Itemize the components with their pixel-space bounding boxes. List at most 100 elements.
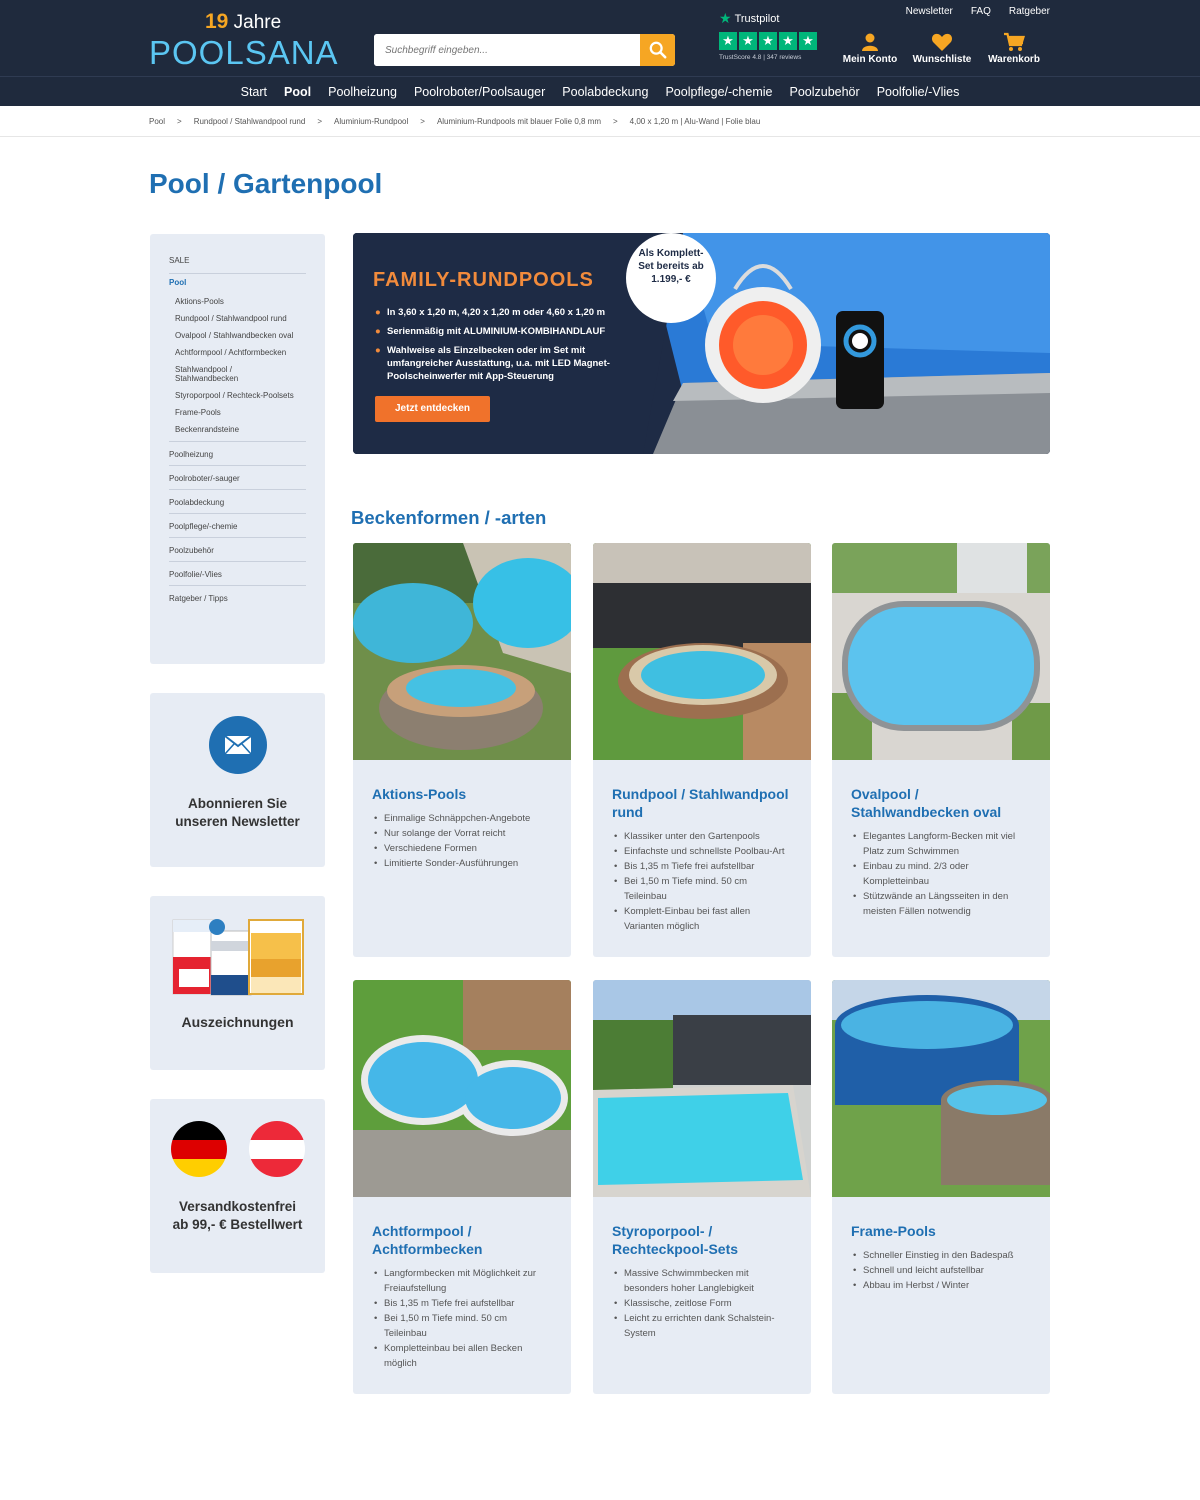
nav-poolpflege[interactable]: Poolpflege/-chemie	[657, 77, 781, 107]
nav-poolabdeckung[interactable]: Poolabdeckung	[554, 77, 657, 107]
section-title: Beckenformen / -arten	[351, 507, 547, 528]
shipping-box: Versandkostenfrei ab 99,- € Bestellwert	[150, 1099, 325, 1273]
sidebar-subitem[interactable]: Ovalpool / Stahlwandbecken oval	[169, 327, 306, 344]
sidebar-subitem[interactable]: Rundpool / Stahlwandpool rund	[169, 310, 306, 327]
cart-icon	[1004, 32, 1025, 51]
card-bullet: Schneller Einstieg in den Badespaß	[851, 1248, 1031, 1263]
ratgeber-link[interactable]: Ratgeber	[1009, 6, 1050, 17]
trustpilot-score: TrustScore 4.8 | 347 reviews	[719, 54, 802, 61]
category-card-achtformpool[interactable]: Achtformpool / Achtformbecken Langformbe…	[353, 980, 571, 1394]
card-bullet: Bei 1,50 m Tiefe mind. 50 cm Teileinbau	[612, 874, 792, 904]
card-title: Aktions-Pools	[372, 786, 467, 802]
newsletter-link[interactable]: Newsletter	[906, 6, 953, 17]
nav-start[interactable]: Start	[232, 77, 275, 107]
card-bullet: Bis 1,35 m Tiefe frei aufstellbar	[372, 1296, 552, 1311]
search-button[interactable]	[640, 34, 675, 66]
card-title: Rundpool / Stahlwandpool rund	[612, 786, 789, 820]
main-nav: Start Pool Poolheizung Poolroboter/Pools…	[0, 76, 1200, 106]
sidebar-item-poolpflege[interactable]: Poolpflege/-chemie	[169, 514, 306, 538]
breadcrumb-item[interactable]: Aluminium-Rundpools mit blauer Folie 0,8…	[437, 117, 601, 126]
card-bullet: Klassische, zeitlose Form	[612, 1296, 792, 1311]
search-input[interactable]	[374, 34, 640, 66]
category-card-ovalpool[interactable]: Ovalpool / Stahlwandbecken oval Elegante…	[832, 543, 1050, 957]
newsletter-box[interactable]: Abonnieren Sie unseren Newsletter	[150, 693, 325, 867]
sidebar-subitem[interactable]: Frame-Pools	[169, 404, 306, 421]
nav-pool[interactable]: Pool	[276, 77, 320, 107]
card-bullet: Einbau zu mind. 2/3 oder Kompletteinbau	[851, 859, 1031, 889]
austria-flag-icon	[248, 1121, 305, 1177]
card-image	[353, 980, 571, 1197]
sidebar-item-ratgeber[interactable]: Ratgeber / Tipps	[169, 586, 306, 609]
banner-title: FAMILY-RUNDPOOLS	[373, 269, 594, 291]
faq-link[interactable]: FAQ	[971, 6, 991, 17]
card-title: Styroporpool- / Rechteckpool-Sets	[612, 1223, 739, 1257]
breadcrumb: Pool > Rundpool / Stahlwandpool rund > Alu…	[149, 117, 761, 126]
user-icon	[862, 33, 878, 51]
sidebar-item-pool[interactable]: Pool	[169, 274, 306, 293]
awards-label: Auszeichnungen	[181, 1014, 294, 1030]
category-sidebar: SALE Pool Aktions-Pools Rundpool / Stahl…	[150, 234, 325, 664]
card-bullet: Elegantes Langform-Becken mit viel Platz…	[851, 829, 1031, 859]
poolsana-logo[interactable]: 19 Jahre POOLSANA	[149, 8, 339, 71]
banner-bullets: ● In 3,60 x 1,20 m, 4,20 x 1,20 m oder 4,…	[375, 307, 610, 382]
sidebar-subitem[interactable]: Styroporpool / Rechteck-Poolsets	[169, 387, 306, 404]
card-image	[353, 543, 571, 760]
sidebar-item-poolheizung[interactable]: Poolheizung	[169, 442, 306, 466]
category-card-aktions-pools[interactable]: Aktions-Pools Einmalige Schnäppchen-Ange…	[353, 543, 571, 957]
award-seals-image	[172, 919, 304, 996]
card-bullet: Einfachste und schnellste Poolbau-Art	[612, 844, 792, 859]
nav-poolzubehoer[interactable]: Poolzubehör	[781, 77, 868, 107]
category-card-rundpool[interactable]: Rundpool / Stahlwandpool rund Klassiker …	[593, 543, 811, 957]
sidebar-subitem[interactable]: Aktions-Pools	[169, 293, 306, 310]
page-title: Pool / Gartenpool	[149, 168, 383, 199]
shipping-line1: Versandkostenfrei	[178, 1199, 297, 1214]
card-bullet: Kompletteinbau bei allen Becken möglich	[372, 1341, 552, 1371]
cart-button[interactable]: Warenkorb	[978, 32, 1050, 65]
card-bullet: Klassiker unter den Gartenpools	[612, 829, 792, 844]
card-bullet: Stützwände an Längsseiten in den meisten…	[851, 889, 1031, 919]
mail-icon	[208, 716, 267, 774]
trustpilot-rating-stars: ★ ★ ★ ★ ★	[719, 32, 821, 50]
sidebar-item-poolabdeckung[interactable]: Poolabdeckung	[169, 490, 306, 514]
newsletter-line2: unseren Newsletter	[175, 814, 300, 829]
category-card-frame-pools[interactable]: Frame-Pools Schneller Einstieg in den Ba…	[832, 980, 1050, 1394]
sidebar-subitem[interactable]: Stahlwandpool / Stahlwandbecken	[169, 361, 259, 387]
card-bullet: Bei 1,50 m Tiefe mind. 50 cm Teileinbau	[372, 1311, 552, 1341]
sidebar-subitem[interactable]: Achtformpool / Achtformbecken	[169, 344, 306, 361]
sidebar-item-poolzubehoer[interactable]: Poolzubehör	[169, 538, 306, 562]
trustpilot-widget[interactable]: ★ Trustpilot ★ ★ ★ ★ ★ TrustScore 4.8 | 347 r…	[719, 10, 821, 68]
card-bullet: Komplett-Einbau bei fast allen Varianten…	[612, 904, 792, 934]
sidebar-item-poolroboter[interactable]: Poolroboter/-sauger	[169, 466, 306, 490]
card-bullet: Langformbecken mit Möglichkeit zur Freia…	[372, 1266, 552, 1296]
price-badge: Als Komplett- Set bereits ab 1.199,- €	[626, 233, 716, 323]
card-image	[593, 980, 811, 1197]
nav-poolfolie[interactable]: Poolfolie/-Vlies	[868, 77, 968, 107]
awards-box[interactable]: Auszeichnungen	[150, 896, 325, 1070]
sidebar-item-sale[interactable]: SALE	[169, 252, 306, 274]
card-title: Ovalpool / Stahlwandbecken oval	[851, 786, 1002, 820]
wishlist-button[interactable]: Wunschliste	[906, 32, 978, 65]
header-actions: Mein Konto Wunschliste Warenkorb	[834, 32, 1050, 65]
banner-cta-button[interactable]: Jetzt entdecken	[375, 396, 490, 422]
card-image	[593, 543, 811, 760]
breadcrumb-item[interactable]: Pool	[149, 117, 165, 126]
card-bullet: Leicht zu errichten dank Schalstein-Syst…	[612, 1311, 792, 1341]
breadcrumb-item[interactable]: Rundpool / Stahlwandpool rund	[194, 117, 306, 126]
logo-brand: POOLSANA	[149, 34, 339, 71]
sidebar-subitem[interactable]: Beckenrandsteine	[169, 421, 306, 442]
card-bullet: Schnell und leicht aufstellbar	[851, 1263, 1031, 1278]
category-card-styroporpool[interactable]: Styroporpool- / Rechteckpool-Sets Massiv…	[593, 980, 811, 1394]
logo-years: 19 Jahre	[205, 10, 282, 33]
trustpilot-star-icon: ★	[719, 10, 732, 26]
breadcrumb-item[interactable]: Aluminium-Rundpool	[334, 117, 408, 126]
account-button[interactable]: Mein Konto	[834, 32, 906, 65]
newsletter-line1: Abonnieren Sie	[187, 796, 287, 811]
promo-banner[interactable]: FAMILY-RUNDPOOLS ● In 3,60 x 1,20 m, 4,20…	[353, 233, 1050, 454]
search-bar	[374, 34, 675, 66]
header: 19 Jahre POOLSANA ★Trustpilot ★★★★★ Trus…	[0, 0, 1200, 76]
sidebar-item-poolfolie[interactable]: Poolfolie/-Vlies	[169, 562, 306, 586]
card-bullet: Limitierte Sonder-Ausführungen	[372, 856, 552, 871]
nav-poolroboter[interactable]: Poolroboter/Poolsauger	[405, 77, 553, 107]
card-bullet: Bis 1,35 m Tiefe frei aufstellbar	[612, 859, 792, 874]
nav-poolheizung[interactable]: Poolheizung	[320, 77, 406, 107]
